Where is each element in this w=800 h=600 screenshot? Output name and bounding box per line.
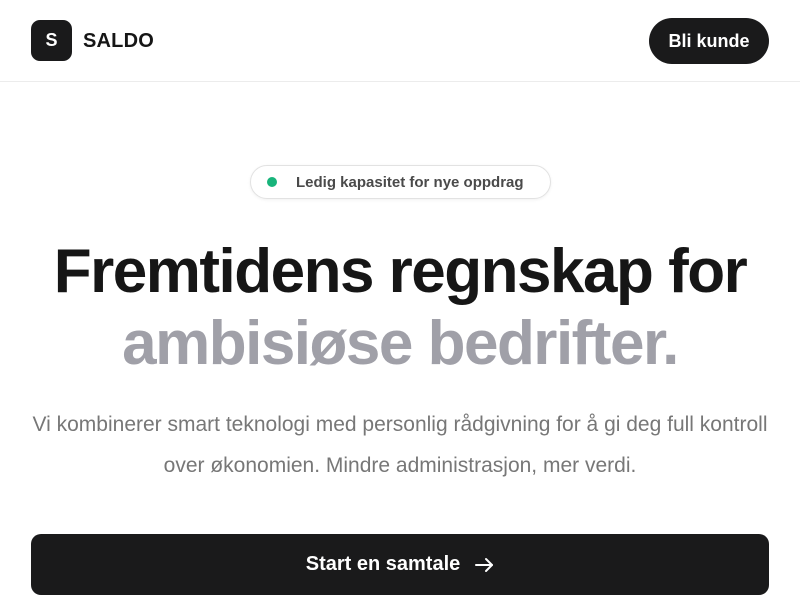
logo-mark[interactable]: S xyxy=(31,20,72,61)
arrow-right-icon xyxy=(475,557,494,572)
status-dot-icon xyxy=(267,177,277,187)
hero-headline-line1: Fremtidens regnskap for xyxy=(53,237,748,306)
availability-badge: Ledig kapasitet for nye oppdrag xyxy=(250,165,551,199)
hero-headline: Fremtidens regnskap for ambisiøse bedrif… xyxy=(0,236,800,380)
start-conversation-button[interactable]: Start en samtale xyxy=(31,534,769,595)
brand-name[interactable]: SALDO xyxy=(83,28,154,54)
hero-headline-line2: ambisiøse bedrifter. xyxy=(122,309,679,378)
hero-subtext: Vi kombinerer smart teknologi med person… xyxy=(32,413,768,477)
become-customer-button[interactable]: Bli kunde xyxy=(649,18,769,64)
site-header: S SALDO Bli kunde xyxy=(0,0,800,82)
availability-badge-text: Ledig kapasitet for nye oppdrag xyxy=(296,173,524,191)
start-conversation-label: Start en samtale xyxy=(305,553,461,575)
